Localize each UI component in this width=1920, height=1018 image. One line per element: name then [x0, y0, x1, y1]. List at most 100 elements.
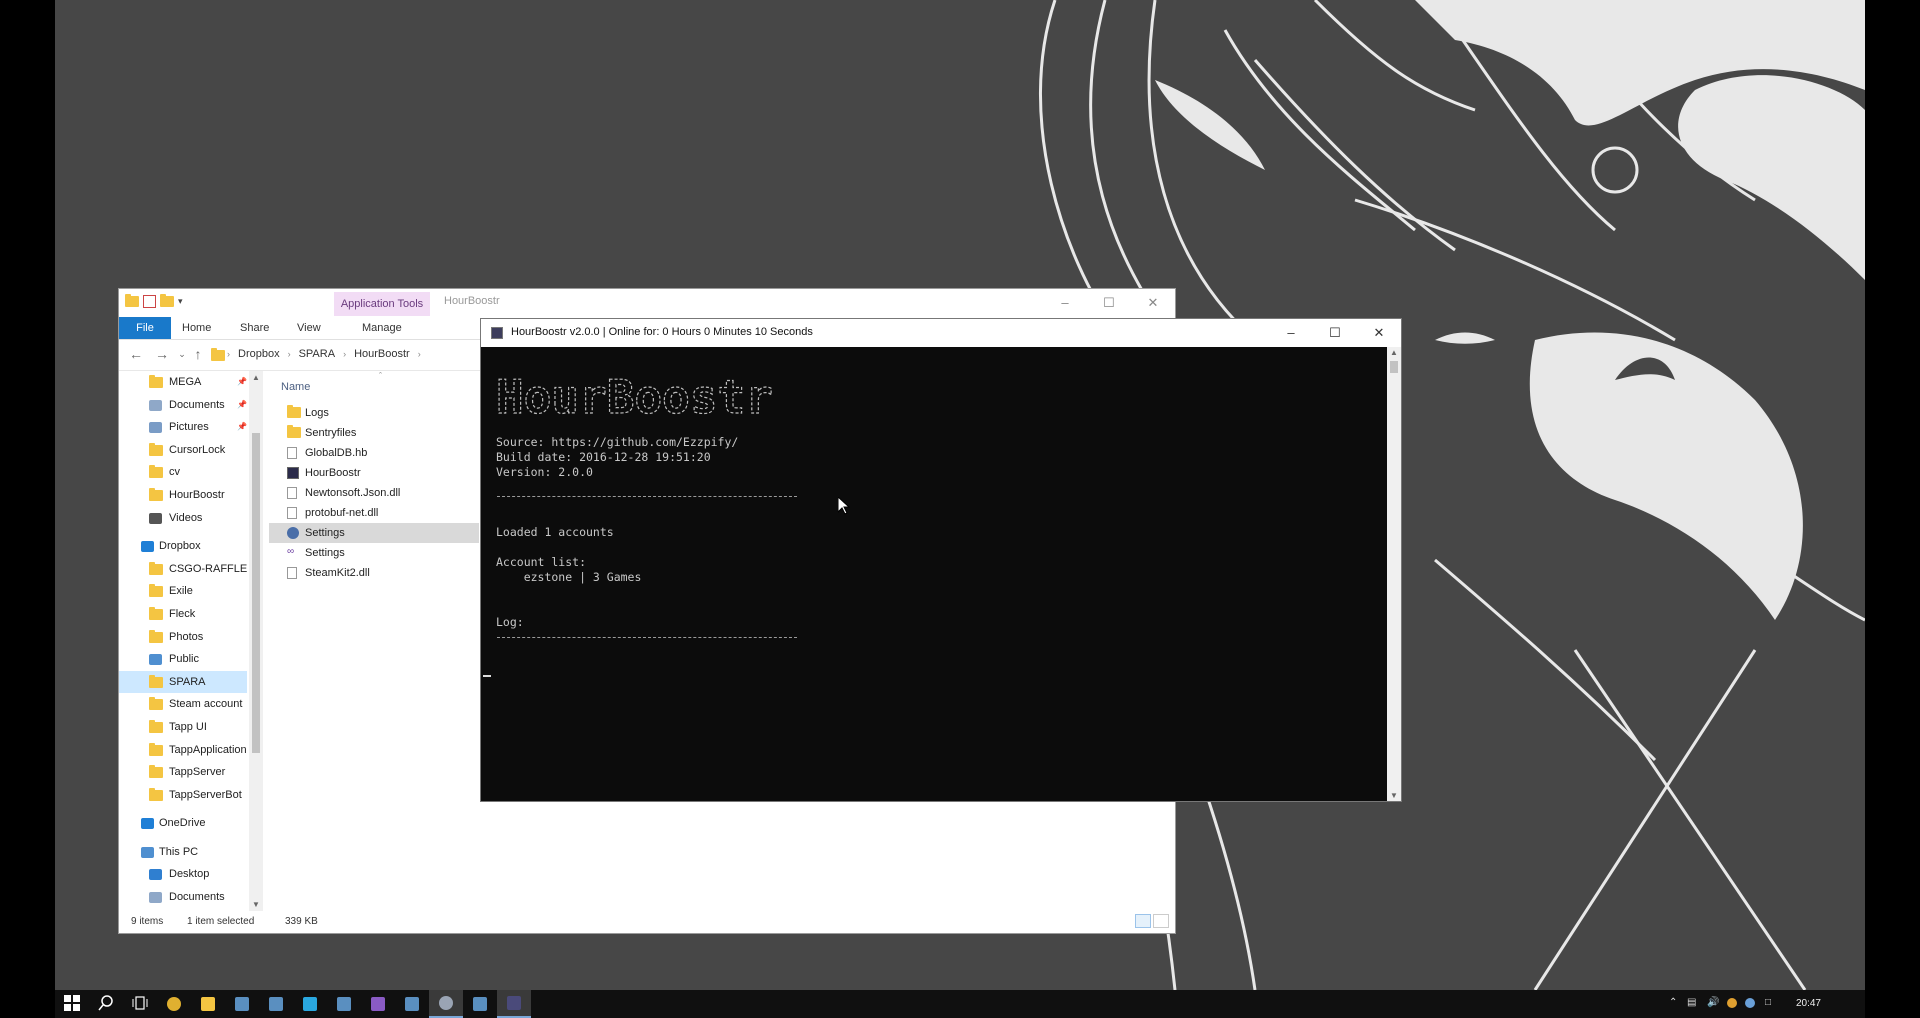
file-name: Sentryfiles: [305, 427, 357, 439]
app-button-4[interactable]: [395, 990, 429, 1018]
tab-view[interactable]: View: [297, 317, 321, 339]
sidebar-item[interactable]: Exile: [119, 580, 247, 603]
sidebar-item-label: MEGA: [169, 376, 202, 388]
chrome-button[interactable]: [157, 990, 191, 1018]
steam-button[interactable]: [429, 990, 463, 1018]
file-explorer-button[interactable]: [191, 990, 225, 1018]
file-list-item[interactable]: protobuf-net.dll: [269, 503, 479, 523]
tray-app-icon[interactable]: [1745, 998, 1755, 1008]
sidebar-item-label: Documents: [169, 891, 225, 904]
action-center-icon[interactable]: □: [1765, 997, 1771, 1008]
sidebar-item[interactable]: Documents 📌: [119, 394, 247, 417]
large-icons-view-button[interactable]: [1153, 914, 1169, 928]
sidebar-item[interactable]: cv: [119, 461, 247, 484]
sidebar-item[interactable]: Photos: [119, 626, 247, 649]
new-folder-icon[interactable]: [160, 294, 174, 307]
show-hidden-icons-icon[interactable]: ⌃: [1669, 997, 1677, 1008]
customize-toolbar-icon[interactable]: ▾: [178, 296, 183, 307]
console-close-button[interactable]: ✕: [1357, 319, 1401, 347]
sidebar-item[interactable]: TappApplication: [119, 739, 247, 762]
navigation-pane: MEGA 📌 Documents 📌 Pictures 📌 CursorLock cv Hour…: [119, 371, 247, 911]
sidebar-item[interactable]: OneDrive: [119, 812, 247, 835]
sidebar-item[interactable]: Fleck: [119, 603, 247, 626]
tab-manage[interactable]: Manage: [362, 317, 402, 339]
dll-icon: [287, 567, 297, 579]
sidebar-item[interactable]: Tapp UI: [119, 716, 247, 739]
app-icon: [337, 997, 351, 1011]
breadcrumb-dropbox[interactable]: Dropbox: [238, 348, 280, 360]
file-list-item[interactable]: Logs: [269, 403, 479, 423]
sidebar-item[interactable]: Public: [119, 648, 247, 671]
file-list-pane: ˆ Name Logs Sentryfiles GlobalDB.hb HourBoo…: [269, 371, 479, 911]
folder-icon[interactable]: [125, 294, 139, 307]
sidebar-item[interactable]: Documents: [119, 886, 247, 909]
file-list-item[interactable]: GlobalDB.hb: [269, 443, 479, 463]
sidebar-item[interactable]: Pictures 📌: [119, 416, 247, 439]
close-button[interactable]: ✕: [1131, 289, 1175, 317]
sidebar-item[interactable]: TappServer: [119, 761, 247, 784]
dll-icon: [287, 507, 297, 519]
account-entry: ezstone | 3 Games: [496, 570, 642, 584]
taskbar-clock[interactable]: 20:47: [1796, 998, 1821, 1009]
tab-share[interactable]: Share: [240, 317, 269, 339]
details-view-button[interactable]: [1135, 914, 1151, 928]
console-output[interactable]: HourBoostr Source: https://github.com/Ez…: [481, 347, 1387, 801]
network-icon[interactable]: ▤: [1687, 997, 1696, 1008]
file-list-item[interactable]: ∞ Settings: [269, 543, 479, 563]
file-list-item[interactable]: SteamKit2.dll: [269, 563, 479, 583]
sidebar-item[interactable]: HourBoostr: [119, 484, 247, 507]
navigation-scrollbar[interactable]: ▲ ▼: [249, 371, 263, 911]
windows-icon: [64, 994, 80, 1014]
start-button[interactable]: [55, 990, 89, 1018]
sidebar-item[interactable]: Dropbox: [119, 535, 247, 558]
sidebar-item[interactable]: SPARA: [119, 670, 247, 694]
breadcrumb-hourboostr[interactable]: HourBoostr: [354, 348, 410, 360]
back-button[interactable]: ←: [127, 346, 145, 362]
battery-icon[interactable]: [1727, 998, 1737, 1008]
properties-icon[interactable]: [143, 295, 156, 308]
sidebar-item[interactable]: This PC: [119, 841, 247, 864]
sidebar-item[interactable]: MEGA 📌: [119, 371, 247, 394]
tab-home[interactable]: Home: [182, 317, 211, 339]
visual-studio-button[interactable]: [361, 990, 395, 1018]
file-list-item[interactable]: Settings: [269, 523, 479, 543]
breadcrumb-spara[interactable]: SPARA: [299, 348, 335, 360]
selection-size: 339 KB: [285, 916, 318, 927]
task-view-button[interactable]: [123, 990, 157, 1018]
file-list-item[interactable]: HourBoostr: [269, 463, 479, 483]
console-title: HourBoostr v2.0.0 | Online for: 0 Hours …: [511, 326, 813, 338]
sidebar-item[interactable]: CSGO-RAFFLE: [119, 558, 247, 581]
console-maximize-button[interactable]: ☐: [1313, 319, 1357, 347]
search-button[interactable]: [89, 990, 123, 1018]
explorer-title-bar: ▾ Application Tools HourBoostr – ☐ ✕: [119, 289, 1175, 317]
sidebar-item[interactable]: Steam account: [119, 693, 247, 716]
file-name: HourBoostr: [305, 467, 361, 479]
app-button-5[interactable]: [463, 990, 497, 1018]
console-scrollbar[interactable]: ▲ ▼: [1387, 347, 1401, 801]
folder-icon: [149, 465, 163, 479]
column-header-name[interactable]: Name: [281, 381, 310, 393]
skype-button[interactable]: [293, 990, 327, 1018]
sidebar-item[interactable]: Videos: [119, 507, 247, 530]
maximize-button[interactable]: ☐: [1087, 289, 1131, 317]
sidebar-item[interactable]: TappServerBot: [119, 784, 247, 807]
file-list-item[interactable]: Newtonsoft.Json.dll: [269, 483, 479, 503]
visual-studio-icon: ∞: [287, 546, 295, 557]
app-button-1[interactable]: [225, 990, 259, 1018]
app-icon: [405, 997, 419, 1011]
sidebar-item-label: This PC: [159, 845, 199, 858]
hourboostr-button[interactable]: [497, 990, 531, 1018]
tab-file[interactable]: File: [119, 317, 171, 339]
app-button-3[interactable]: [327, 990, 361, 1018]
volume-icon[interactable]: 🔊: [1707, 997, 1719, 1008]
minimize-button[interactable]: –: [1043, 289, 1087, 317]
videos-icon: [149, 512, 162, 524]
console-minimize-button[interactable]: –: [1269, 319, 1313, 347]
forward-button[interactable]: →: [153, 346, 171, 362]
sidebar-item[interactable]: Desktop: [119, 863, 247, 886]
divider: [497, 637, 797, 638]
app-button-2[interactable]: [259, 990, 293, 1018]
sidebar-item[interactable]: CursorLock: [119, 439, 247, 462]
up-button[interactable]: ↑: [189, 346, 207, 362]
file-list-item[interactable]: Sentryfiles: [269, 423, 479, 443]
